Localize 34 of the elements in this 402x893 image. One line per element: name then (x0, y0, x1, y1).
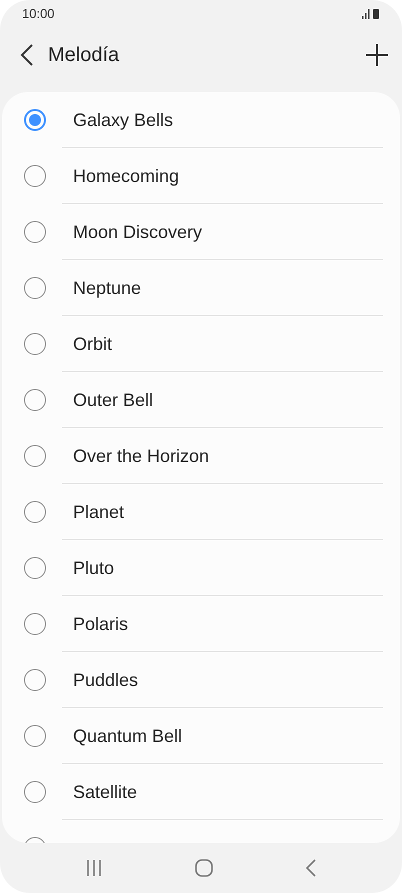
screen-title: Melodía (48, 44, 120, 66)
radio-button[interactable] (24, 557, 46, 579)
recent-apps-button[interactable] (86, 859, 102, 877)
signal-battery-icon (362, 8, 380, 18)
ringtone-label[interactable]: Pluto (73, 558, 114, 578)
ringtone-label[interactable]: Orbit (73, 334, 112, 354)
ringtone-label[interactable]: Galaxy Bells (73, 110, 174, 130)
radio-button[interactable] (24, 389, 46, 411)
status-time: 10:00 (22, 6, 55, 20)
ringtone-label[interactable]: Over the Horizon (73, 446, 210, 466)
radio-button[interactable] (24, 333, 46, 355)
ringtone-label[interactable]: Outer Bell (73, 390, 154, 410)
radio-button[interactable] (24, 221, 46, 243)
radio-button[interactable] (24, 165, 46, 187)
add-button[interactable] (366, 44, 388, 66)
ringtone-label[interactable]: Puddles (73, 670, 138, 690)
radio-button[interactable] (24, 613, 46, 635)
radio-button[interactable] (24, 501, 46, 523)
ringtone-label[interactable]: Homecoming (73, 166, 180, 186)
radio-button[interactable] (24, 445, 46, 467)
radio-button[interactable] (24, 109, 46, 131)
ringtone-label[interactable]: Satellite (73, 782, 138, 802)
ringtone-label[interactable]: Quantum Bell (73, 726, 182, 746)
ringtone-label[interactable]: Moon Discovery (73, 222, 202, 242)
back-button[interactable] (20, 44, 34, 66)
home-button[interactable] (194, 859, 213, 877)
ringtone-label[interactable]: Neptune (73, 278, 142, 298)
radio-button[interactable] (24, 669, 46, 691)
radio-button[interactable] (24, 725, 46, 747)
ringtone-label[interactable]: Polaris (73, 614, 128, 634)
back-nav-button[interactable] (306, 859, 316, 877)
radio-button[interactable] (24, 277, 46, 299)
ringtone-label[interactable]: Planet (73, 502, 124, 522)
radio-button[interactable] (24, 781, 46, 803)
